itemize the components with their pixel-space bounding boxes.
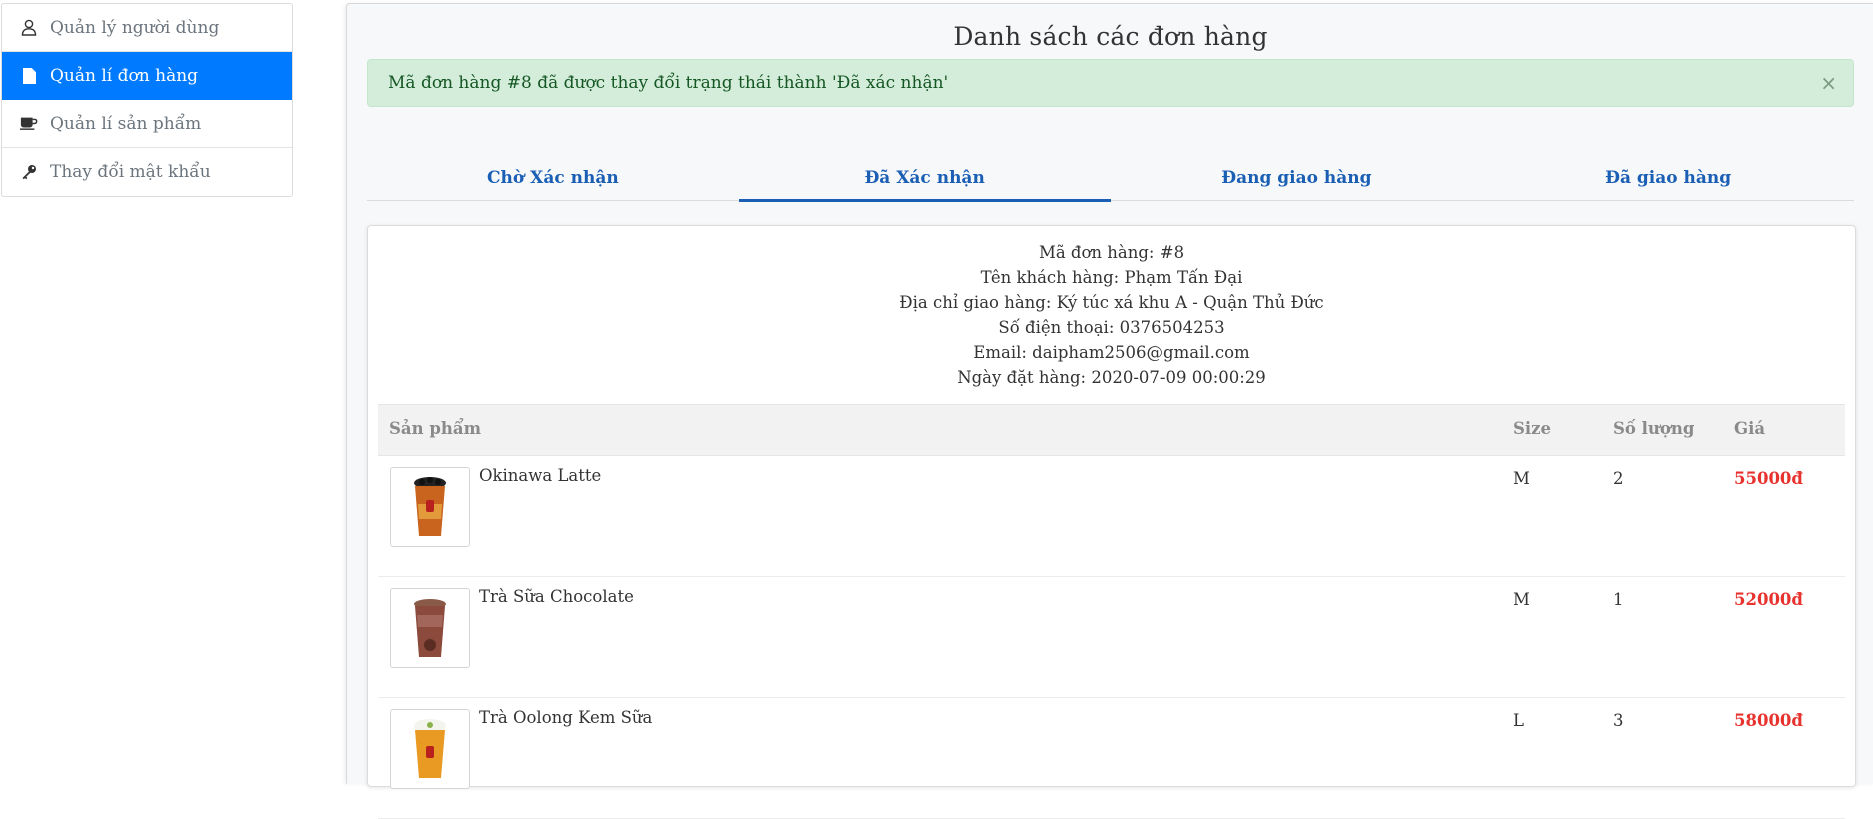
column-header-product: Sản phẩm [389,419,482,438]
sidebar-item-orders[interactable]: Quản lí đơn hàng [2,52,292,100]
table-header: Sản phẩm Size Số lượng Giá [378,404,1845,456]
product-name: Trà Oolong Kem Sữa [479,708,653,727]
user-icon [20,19,38,37]
tab-shipping[interactable]: Đang giao hàng [1111,152,1483,200]
product-size: M [1513,469,1530,488]
order-id: Mã đơn hàng: #8 [1038,243,1185,262]
product-size: L [1513,711,1524,730]
phone-number: Số điện thoại: 0376504253 [998,318,1225,337]
table-row: Trà Oolong Kem Sữa L 3 58000đ [378,697,1845,819]
product-name: Okinawa Latte [479,466,602,485]
product-quantity: 1 [1613,590,1624,609]
sidebar-item-change-password[interactable]: Thay đổi mật khẩu [2,148,292,196]
order-card: Mã đơn hàng: #8 Tên khách hàng: Phạm Tấn… [367,225,1856,819]
document-icon [20,67,38,85]
sidebar-item-products[interactable]: Quản lí sản phẩm [2,100,292,148]
order-status-tabs: Chờ Xác nhận Đã Xác nhận Đang giao hàng … [367,152,1854,202]
success-alert: Mã đơn hàng #8 đã được thay đổi trạng th… [367,59,1854,107]
column-header-size: Size [1513,419,1552,438]
sidebar: Quản lý người dùng Quản lí đơn hàng Quản… [1,3,293,197]
table-row: Trà Sữa Chocolate M 1 52000đ [378,576,1845,698]
column-header-price: Giá [1734,419,1766,438]
column-header-quantity: Số lượng [1613,419,1695,438]
main-panel: Danh sách các đơn hàng Mã đơn hàng #8 đã… [346,3,1873,819]
sidebar-item-users[interactable]: Quản lý người dùng [2,4,292,52]
order-date: Ngày đặt hàng: 2020-07-09 00:00:29 [957,368,1266,387]
product-image [390,467,470,547]
sidebar-item-label: Quản lý người dùng [50,17,220,38]
close-icon[interactable]: × [1820,71,1837,95]
alert-message: Mã đơn hàng #8 đã được thay đổi trạng th… [388,73,949,93]
sidebar-item-label: Quản lí sản phẩm [50,113,202,134]
product-name: Trà Sữa Chocolate [479,587,634,606]
product-quantity: 2 [1613,469,1624,488]
sidebar-item-label: Quản lí đơn hàng [50,65,199,86]
tab-confirmed[interactable]: Đã Xác nhận [738,152,1111,202]
product-quantity: 3 [1613,711,1624,730]
product-price: 52000đ [1734,590,1803,609]
email: Email: daipham2506@gmail.com [973,343,1250,362]
tab-delivered[interactable]: Đã giao hàng [1482,152,1854,200]
shipping-address: Địa chỉ giao hàng: Ký túc xá khu A - Quậ… [899,293,1324,312]
product-price: 58000đ [1734,711,1803,730]
product-price: 55000đ [1734,469,1803,488]
sidebar-item-label: Thay đổi mật khẩu [50,162,211,182]
product-size: M [1513,590,1530,609]
order-info: Mã đơn hàng: #8 Tên khách hàng: Phạm Tấn… [368,226,1855,390]
tab-pending[interactable]: Chờ Xác nhận [367,152,739,200]
customer-name: Tên khách hàng: Phạm Tấn Đại [980,268,1243,287]
table-row: Okinawa Latte M 2 55000đ [378,455,1845,577]
page-title: Danh sách các đơn hàng [953,22,1268,51]
key-icon [20,163,38,181]
coffee-cup-icon [20,115,38,133]
product-image [390,588,470,668]
product-image [390,709,470,789]
